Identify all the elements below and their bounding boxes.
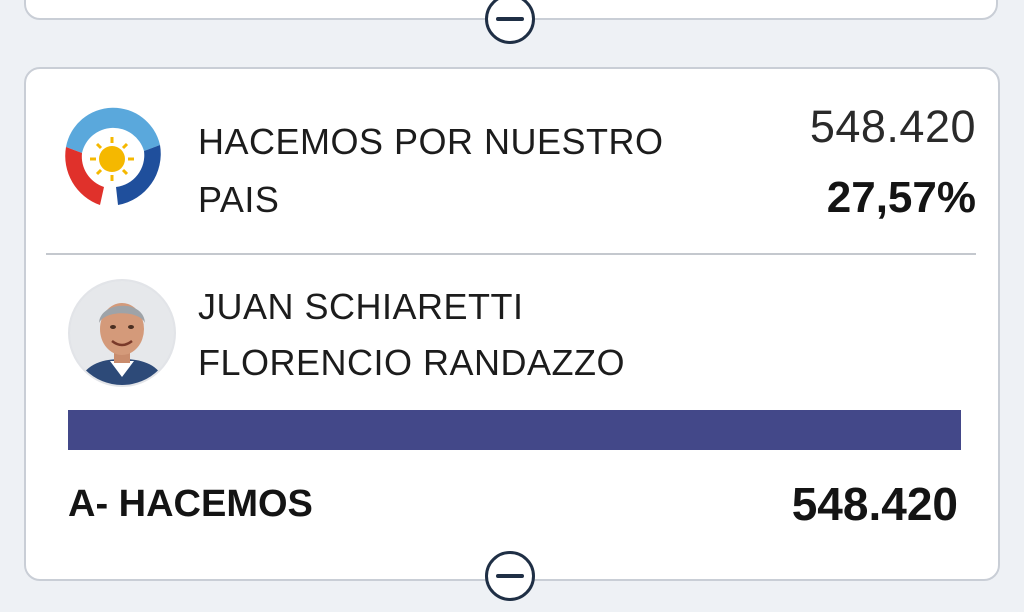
candidate-avatar [68, 279, 176, 387]
hacemos-argentina-logo-icon [58, 101, 166, 209]
collapse-button[interactable] [485, 0, 535, 44]
party-percent: 27,57% [826, 173, 976, 222]
vice-governor-name: FLORENCIO RANDAZZO [198, 342, 626, 383]
vote-progress-bar [68, 410, 961, 450]
minus-circle-icon [496, 574, 524, 578]
vote-progress-fill [68, 410, 961, 450]
party-name: HACEMOS POR NUESTRO PAIS [198, 121, 664, 220]
candidate-names: JUAN SCHIARETTI FLORENCIO RANDAZZO [198, 279, 625, 391]
divider [46, 253, 976, 255]
governor-name: JUAN SCHIARETTI [198, 286, 524, 327]
list-votes: 548.420 [791, 478, 958, 530]
minus-circle-icon [496, 17, 524, 21]
list-label: A- HACEMOS [68, 483, 313, 525]
party-votes: 548.420 [809, 101, 976, 152]
party-result-card: HACEMOS POR NUESTRO PAIS 548.420 27,57% … [24, 67, 1000, 581]
collapse-button[interactable] [485, 551, 535, 601]
